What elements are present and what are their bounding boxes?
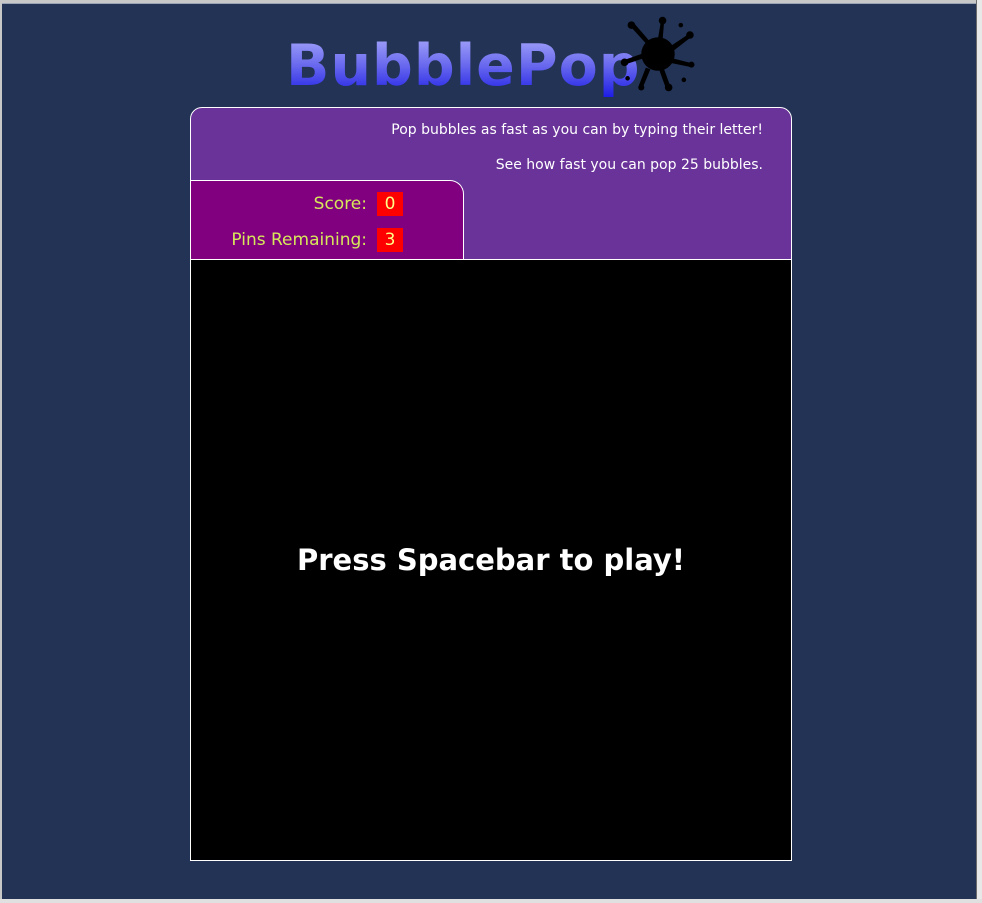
logo-text: BubblePop xyxy=(286,26,641,106)
pins-remaining-label: Pins Remaining: xyxy=(231,230,367,250)
pins-remaining-value: 3 xyxy=(377,228,403,252)
score-value: 0 xyxy=(377,192,403,216)
pins-row: Pins Remaining: 3 xyxy=(231,228,403,252)
window-bottom-edge xyxy=(0,899,982,903)
instruction-line-1: Pop bubbles as fast as you can by typing… xyxy=(391,122,763,138)
app-window: BubblePop Pop bubbles as fast as you can… xyxy=(2,3,976,901)
game-canvas[interactable]: Press Spacebar to play! xyxy=(191,259,791,860)
score-label: Score: xyxy=(313,194,367,214)
ink-splat-icon xyxy=(620,16,695,92)
score-row: Score: 0 xyxy=(314,192,403,216)
start-prompt: Press Spacebar to play! xyxy=(296,543,686,577)
game-panel: Pop bubbles as fast as you can by typing… xyxy=(190,107,792,861)
stats-box: Score: 0 Pins Remaining: 3 xyxy=(191,180,464,261)
logo: BubblePop xyxy=(286,16,706,106)
window-right-edge xyxy=(976,0,982,903)
